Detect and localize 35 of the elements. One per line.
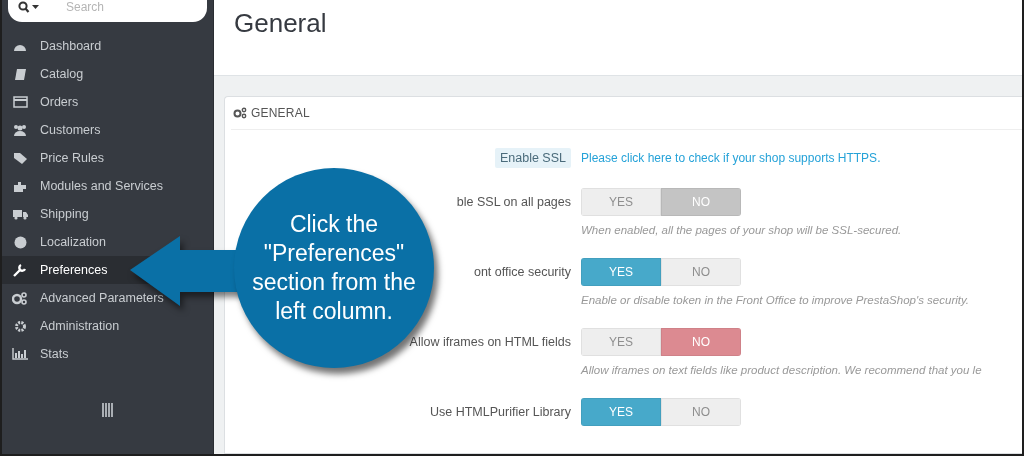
help-text: Allow iframes on text fields like product description. We recommend that you le	[581, 364, 983, 376]
menu-item[interactable]: Dashboard	[2, 32, 213, 60]
help-text: Enable or disable token in the Front Office to improve PrestaShop's security.	[581, 294, 971, 306]
tag-icon	[12, 151, 28, 165]
collapse-icon[interactable]	[102, 403, 113, 417]
menu-item[interactable]: Customers	[2, 116, 213, 144]
setting-label: Allow iframes on HTML fields	[409, 335, 571, 349]
menu-item[interactable]: Modules and Services	[2, 172, 213, 200]
gears-icon	[233, 107, 247, 119]
menu-item[interactable]: Localization	[2, 228, 213, 256]
menu-item[interactable]: Administration	[2, 312, 213, 340]
puzzle-icon	[13, 179, 27, 193]
bar-chart-icon	[12, 348, 28, 360]
truck-icon	[12, 208, 28, 220]
gear-icon	[13, 319, 27, 333]
gears-icon	[12, 291, 28, 305]
wrench-icon	[13, 263, 27, 277]
menu-item[interactable]: Price Rules	[2, 144, 213, 172]
setting-label: ont office security	[473, 265, 571, 279]
page-title: General	[234, 8, 327, 40]
menu-item[interactable]: Shipping	[2, 200, 213, 228]
menu-item[interactable]: Orders	[2, 88, 213, 116]
setting-label: ble SSL on all pages	[456, 195, 571, 209]
panel-heading: GENERAL	[251, 106, 310, 120]
menu-item[interactable]: Stats	[2, 340, 213, 368]
help-text: When enabled, all the pages of your shop will be SSL-secured.	[581, 224, 903, 236]
card-icon	[12, 96, 28, 108]
search-input[interactable]: Search	[64, 0, 188, 15]
users-icon	[12, 124, 28, 136]
menu-item[interactable]: Catalog	[2, 60, 213, 88]
menu-item[interactable]: Advanced Parameters	[2, 284, 213, 312]
search-icon	[18, 1, 40, 13]
ssl-label: Enable SSL	[494, 148, 571, 168]
setting-label: Use HTMLPurifier Library	[430, 405, 571, 419]
search-field[interactable]: Search	[8, 0, 207, 22]
